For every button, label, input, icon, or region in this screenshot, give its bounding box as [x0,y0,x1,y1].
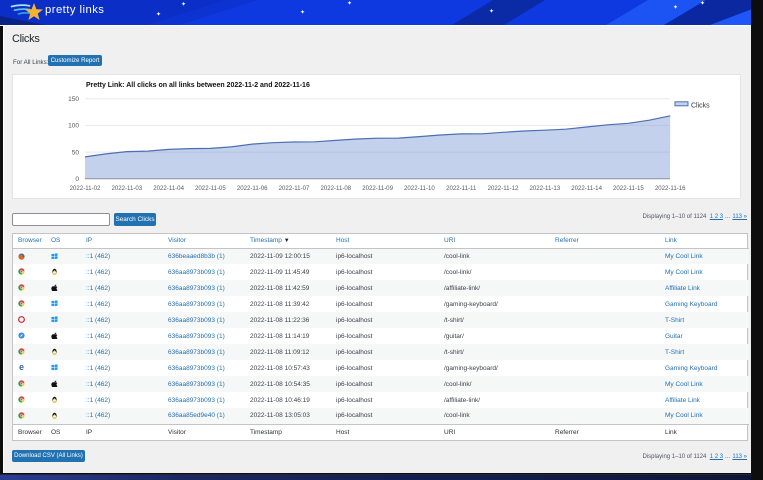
svg-text:2022-11-15: 2022-11-15 [613,184,644,191]
svg-text:2022-11-09: 2022-11-09 [362,184,393,191]
svg-text:150: 150 [68,96,79,103]
svg-text:2022-11-06: 2022-11-06 [237,184,268,191]
svg-text:2022-11-07: 2022-11-07 [279,184,310,191]
svg-text:2022-11-04: 2022-11-04 [153,184,184,191]
svg-text:2022-11-16: 2022-11-16 [655,184,686,191]
svg-text:50: 50 [72,149,80,156]
svg-text:Clicks: Clicks [691,102,710,109]
svg-text:2022-11-11: 2022-11-11 [446,184,477,191]
svg-text:2022-11-14: 2022-11-14 [571,184,602,191]
svg-text:100: 100 [68,122,79,129]
svg-text:2022-11-03: 2022-11-03 [111,184,142,191]
svg-text:2022-11-05: 2022-11-05 [195,184,226,191]
svg-text:e: e [19,364,24,371]
svg-text:2022-11-12: 2022-11-12 [488,184,519,191]
svg-text:2022-11-13: 2022-11-13 [529,184,560,191]
svg-text:2022-11-10: 2022-11-10 [404,184,435,191]
svg-text:2022-11-08: 2022-11-08 [320,184,351,191]
svg-text:2022-11-02: 2022-11-02 [70,184,101,191]
svg-text:0: 0 [75,176,79,183]
